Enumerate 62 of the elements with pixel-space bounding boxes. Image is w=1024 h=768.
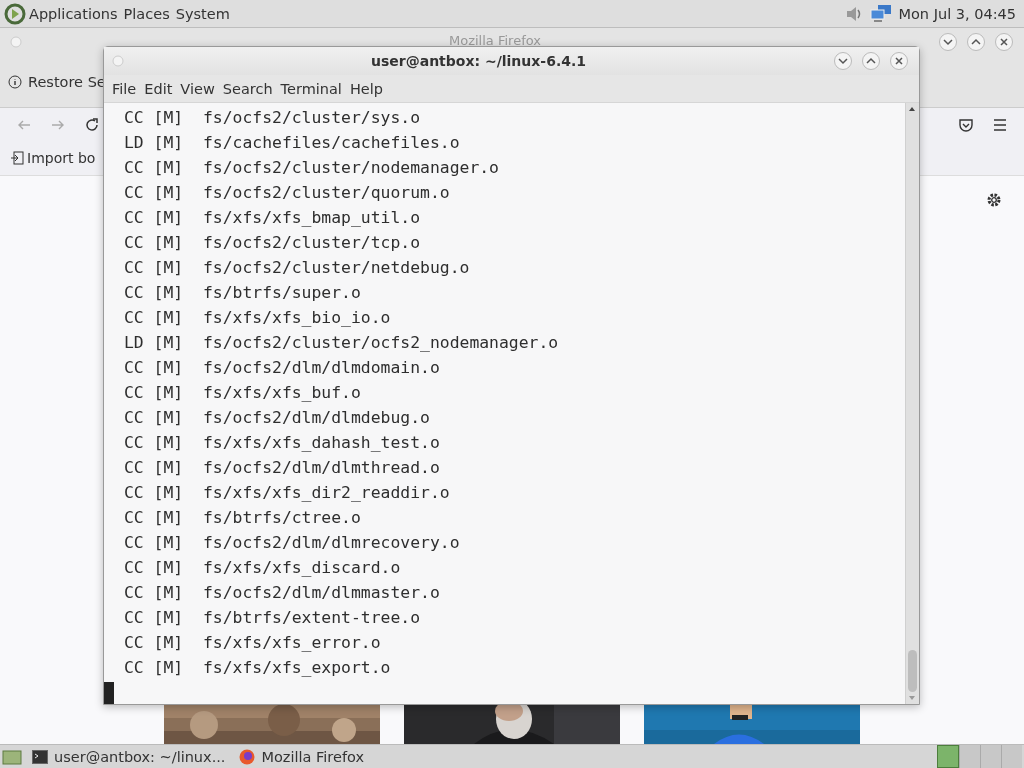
window-menu-icon[interactable] (112, 55, 124, 67)
menu-icon[interactable] (992, 116, 1008, 133)
workspace-button[interactable] (937, 745, 959, 768)
panel-menu[interactable]: System (172, 5, 233, 22)
taskbar-button[interactable]: user@antbox: ~/linux... (28, 748, 230, 765)
cursor (104, 682, 114, 704)
terminal-line: CC [M] fs/ocfs2/cluster/nodemanager.o (124, 157, 499, 179)
terminal-line: CC [M] fs/btrfs/ctree.o (124, 507, 361, 529)
terminal-line: CC [M] fs/ocfs2/dlm/dlmmaster.o (124, 582, 440, 604)
scrollbar-thumb[interactable] (908, 650, 917, 692)
settings-icon[interactable] (986, 192, 1002, 208)
close-button[interactable] (889, 51, 909, 71)
menu-item[interactable]: File (108, 80, 141, 97)
terminal-icon (32, 749, 48, 764)
terminal-line: CC [M] fs/ocfs2/cluster/tcp.o (124, 232, 421, 254)
bookmark-item[interactable]: Import bo (27, 150, 96, 166)
terminal-line: LD [M] fs/ocfs2/cluster/ocfs2_nodemanager.o (124, 332, 559, 354)
terminal-line: CC [M] fs/xfs/xfs_bmap_util.o (124, 207, 421, 229)
show-desktop-icon[interactable] (2, 747, 22, 766)
menu-item[interactable]: View (176, 80, 219, 97)
terminal-line: CC [M] fs/ocfs2/dlm/dlmthread.o (124, 457, 440, 479)
menu-item[interactable]: Terminal (276, 80, 346, 97)
terminal-line: LD [M] fs/cachefiles/cachefiles.o (124, 132, 460, 154)
window-title: user@antbox: ~/linux-6.4.1 (371, 53, 586, 69)
panel-menu[interactable]: Applications (26, 5, 121, 22)
maximize-button[interactable] (966, 32, 986, 52)
terminal-line: CC [M] fs/xfs/xfs_discard.o (124, 557, 401, 579)
workspace-button[interactable] (1001, 745, 1022, 768)
terminal-line: CC [M] fs/xfs/xfs_export.o (124, 657, 391, 679)
taskbar-button[interactable]: Mozilla Firefox (235, 748, 369, 765)
terminal-line: CC [M] fs/xfs/xfs_dir2_readdir.o (124, 482, 450, 504)
terminal-line: CC [M] fs/ocfs2/cluster/sys.o (124, 107, 421, 129)
terminal-line: CC [M] fs/ocfs2/dlm/dlmdomain.o (124, 357, 440, 379)
reload-icon[interactable] (84, 116, 100, 133)
terminal-line: CC [M] fs/ocfs2/cluster/quorum.o (124, 182, 450, 204)
menu-logo-icon[interactable] (4, 2, 26, 25)
terminal-line: CC [M] fs/btrfs/super.o (124, 282, 361, 304)
minimize-button[interactable] (938, 32, 958, 52)
terminal-line: CC [M] fs/xfs/xfs_buf.o (124, 382, 361, 404)
terminal-line: CC [M] fs/xfs/xfs_error.o (124, 632, 381, 654)
maximize-button[interactable] (861, 51, 881, 71)
clock[interactable]: Mon Jul 3, 04:45 (898, 5, 1016, 22)
window-menu-icon[interactable] (10, 36, 22, 48)
import-icon[interactable] (10, 151, 24, 165)
minimize-button[interactable] (833, 51, 853, 71)
panel-menu[interactable]: Places (120, 5, 173, 22)
pocket-icon[interactable] (958, 116, 974, 133)
terminal-line: CC [M] fs/ocfs2/cluster/netdebug.o (124, 257, 470, 279)
terminal-line: CC [M] fs/xfs/xfs_bio_io.o (124, 307, 391, 329)
info-icon (8, 74, 22, 89)
menu-item[interactable]: Help (345, 80, 387, 97)
terminal-line: CC [M] fs/btrfs/extent-tree.o (124, 607, 421, 629)
workspace-button[interactable] (959, 745, 980, 768)
terminal-line: CC [M] fs/ocfs2/dlm/dlmdebug.o (124, 407, 430, 429)
close-button[interactable] (994, 32, 1014, 52)
network-icon[interactable] (870, 3, 893, 24)
workspace-button[interactable] (980, 745, 1001, 768)
menu-item[interactable]: Search (218, 80, 277, 97)
terminal-line: CC [M] fs/ocfs2/dlm/dlmrecovery.o (124, 532, 460, 554)
terminal-line: CC [M] fs/xfs/xfs_dahash_test.o (124, 432, 440, 454)
window-title: Mozilla Firefox (449, 32, 541, 48)
menu-item[interactable]: Edit (140, 80, 177, 97)
